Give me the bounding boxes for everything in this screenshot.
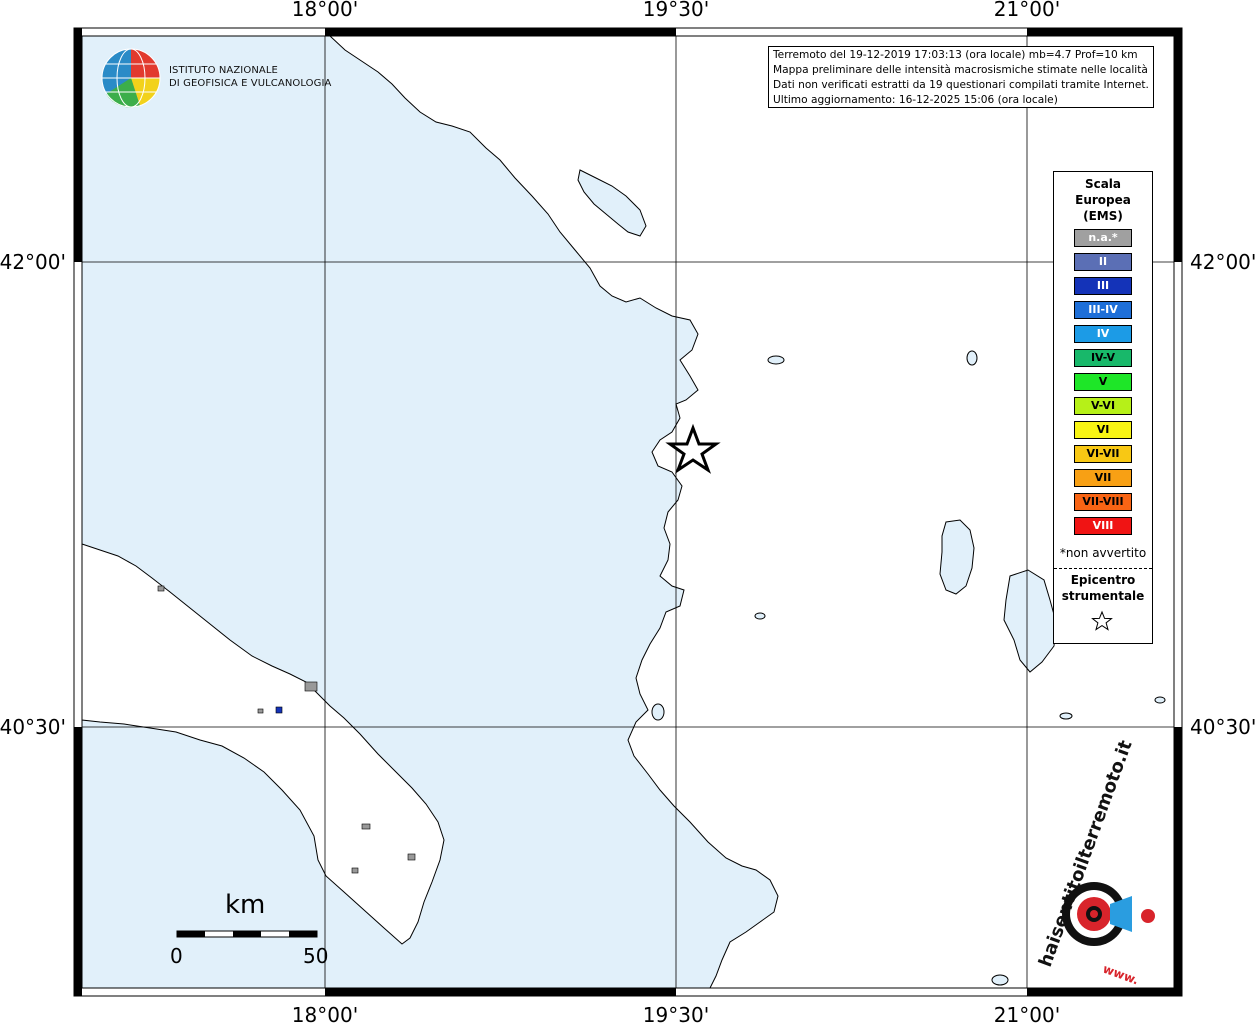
- legend-separator: [1054, 568, 1152, 569]
- info-line2: Mappa preliminare delle intensità macros…: [773, 64, 1148, 76]
- ingv-line1: ISTITUTO NAZIONALE: [169, 65, 278, 76]
- small-lake: [991, 974, 1009, 986]
- info-line1: Terremoto del 19-12-2019 17:03:13 (ora l…: [773, 49, 1138, 61]
- ingv-logo-text: ISTITUTO NAZIONALE DI GEOFISICA E VULCAN…: [169, 64, 332, 90]
- lon-tick-bottom: 21°00': [994, 1003, 1060, 1024]
- legend-title-line: Scala: [1084, 177, 1122, 191]
- lat-tick-left: 42°00': [0, 250, 66, 274]
- legend-swatch: V-VI: [1074, 397, 1132, 415]
- scale-max-label: 50: [303, 944, 329, 968]
- scale-min-label: 0: [170, 944, 183, 968]
- legend-note: *non avvertito: [1059, 546, 1147, 560]
- small-lake: [1059, 712, 1073, 720]
- intensity-point: [275, 706, 283, 714]
- town-marker: [407, 853, 416, 861]
- legend-epi-line: strumentale: [1061, 589, 1145, 603]
- legend-title-line: (EMS): [1083, 209, 1123, 223]
- town-marker: [304, 681, 318, 692]
- legend-swatch: VI-VII: [1074, 445, 1132, 463]
- lat-tick-right: 42°00': [1190, 250, 1255, 274]
- legend-swatch: VIII: [1074, 517, 1132, 535]
- town-marker: [257, 708, 264, 714]
- legend-swatch: VII: [1074, 469, 1132, 487]
- town-marker: [351, 867, 359, 874]
- small-lake: [1154, 696, 1166, 704]
- scale-unit: km: [225, 890, 266, 920]
- small-lake: [966, 350, 978, 366]
- ems-legend: Scala Europea (EMS) n.a.* II III III-IV IV IV…: [1053, 171, 1153, 644]
- small-lake: [767, 355, 785, 365]
- legend-swatch: IV: [1074, 325, 1132, 343]
- lat-tick-right: 40°30': [1190, 715, 1255, 739]
- legend-swatch: III-IV: [1074, 301, 1132, 319]
- legend-swatch: IV-V: [1074, 349, 1132, 367]
- ingv-globe-icon: [101, 48, 161, 108]
- lon-tick-bottom: 18°00': [292, 1003, 358, 1024]
- town-marker: [361, 823, 371, 830]
- lon-tick-bottom: 19°30': [643, 1003, 709, 1024]
- legend-swatch: VII-VIII: [1074, 493, 1132, 511]
- legend-title-line: Europea: [1075, 193, 1131, 207]
- scale-bar: [176, 930, 318, 938]
- legend-swatch: II: [1074, 253, 1132, 271]
- town-marker: [157, 585, 165, 592]
- legend-title: Scala Europea (EMS): [1054, 176, 1152, 224]
- info-line4: Ultimo aggiornamento: 16-12-2025 15:06 (…: [773, 94, 1058, 106]
- event-info-box: Terremoto del 19-12-2019 17:03:13 (ora l…: [768, 46, 1154, 108]
- legend-swatch: VI: [1074, 421, 1132, 439]
- legend-swatch: n.a.*: [1074, 229, 1132, 247]
- legend-epi-line: Epicentro: [1070, 573, 1136, 587]
- lon-tick-top: 21°00': [994, 0, 1060, 21]
- small-lake: [754, 612, 766, 620]
- legend-swatch: V: [1074, 373, 1132, 391]
- info-line3: Dati non verificati estratti da 19 quest…: [773, 79, 1149, 91]
- legend-epicenter-label: Epicentro strumentale: [1054, 572, 1152, 604]
- lon-tick-top: 18°00': [292, 0, 358, 21]
- small-lake: [651, 703, 665, 721]
- legend-star-icon: [1091, 610, 1113, 631]
- lon-tick-top: 19°30': [643, 0, 709, 21]
- legend-swatch: III: [1074, 277, 1132, 295]
- ingv-line2: DI GEOFISICA E VULCANOLOGIA: [169, 78, 332, 89]
- lat-tick-left: 40°30': [0, 715, 66, 739]
